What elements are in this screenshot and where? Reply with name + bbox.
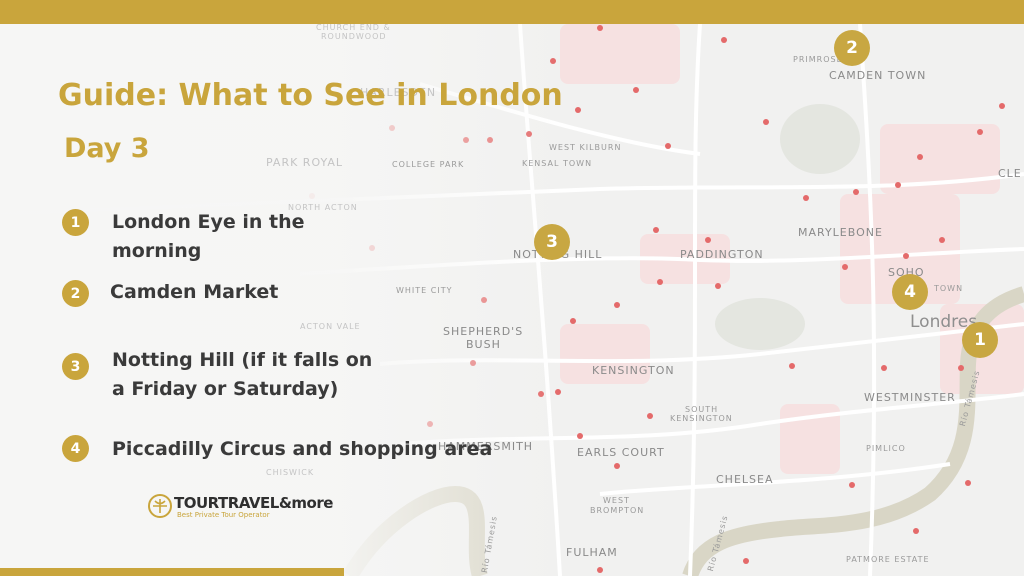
map-label-south: SOUTH <box>685 405 719 414</box>
station-dot <box>570 318 576 324</box>
station-dot <box>763 119 769 125</box>
map-label-park-royal: PARK ROYAL <box>266 156 344 169</box>
station-dot <box>842 264 848 270</box>
station-dot <box>958 365 964 371</box>
station-dot <box>977 129 983 135</box>
itinerary-item-4: Piccadilly Circus and shopping area <box>112 438 493 460</box>
station-dot <box>575 107 581 113</box>
logo-tagline: Best Private Tour Operator <box>177 511 270 519</box>
station-dot <box>705 237 711 243</box>
station-dot <box>657 279 663 285</box>
map-label-shepherds: SHEPHERD'S <box>443 325 524 338</box>
station-dot <box>999 103 1005 109</box>
map-label-paddington: PADDINGTON <box>680 248 764 261</box>
map-label-west: WEST <box>603 496 630 505</box>
map-label-westminster: WESTMINSTER <box>864 391 956 404</box>
map-label-roundwood: ROUNDWOOD <box>321 32 387 41</box>
map-label-church-end: CHURCH END & <box>316 23 391 32</box>
map-marker-3[interactable]: 3 <box>534 224 570 260</box>
urban-block <box>560 24 680 84</box>
itinerary-number-4: 4 <box>62 435 89 462</box>
day-heading: Day 3 <box>64 133 150 164</box>
itinerary-number-1: 1 <box>62 209 89 236</box>
map-label-kensington: KENSINGTON <box>592 364 675 377</box>
top-accent-bar <box>0 0 1024 24</box>
station-dot <box>597 25 603 31</box>
map-label-west-kilburn: WEST KILBURN <box>549 143 622 152</box>
itinerary-number-2: 2 <box>62 280 89 307</box>
bottom-accent-bar <box>0 568 344 576</box>
station-dot <box>647 413 653 419</box>
station-dot <box>614 463 620 469</box>
station-dot <box>653 227 659 233</box>
map-label-chiswick: CHISWICK <box>266 468 315 477</box>
map-label-white-city: WHITE CITY <box>396 286 453 295</box>
map-label-brompton: BROMPTON <box>590 506 645 515</box>
station-dot <box>803 195 809 201</box>
station-dot <box>577 433 583 439</box>
map-label-chelsea: CHELSEA <box>716 473 774 486</box>
station-dot <box>939 237 945 243</box>
map-label-pimlico: PIMLICO <box>866 444 906 453</box>
map-label-acton-vale: ACTON VALE <box>300 322 361 331</box>
map-label-south-kensington: KENSINGTON <box>670 414 733 423</box>
logo-emblem-icon <box>148 494 172 518</box>
station-dot <box>881 365 887 371</box>
map-marker-2[interactable]: 2 <box>834 30 870 66</box>
logo-wordmark: TOURTRAVEL&more <box>174 494 333 512</box>
map-marker-4[interactable]: 4 <box>892 274 928 310</box>
map-label-bush: BUSH <box>466 338 501 351</box>
map-label-marylebone: MARYLEBONE <box>798 226 883 239</box>
slide: CHURCH END & ROUNDWOOD HARLESDEN PARK RO… <box>0 0 1024 576</box>
map-label-patmore-estate: PATMORE ESTATE <box>846 555 930 564</box>
itinerary-item-3: Notting Hill (if it falls on a Friday or… <box>112 349 373 400</box>
station-dot <box>614 302 620 308</box>
map-marker-1[interactable]: 1 <box>962 322 998 358</box>
map-label-camden-town: CAMDEN TOWN <box>829 69 927 82</box>
itinerary-number-3: 3 <box>62 353 89 380</box>
station-dot <box>965 480 971 486</box>
map-label-kensal-town: KENSAL TOWN <box>522 159 593 168</box>
map-label-town: TOWN <box>934 284 964 293</box>
station-dot <box>853 189 859 195</box>
station-dot <box>849 482 855 488</box>
itinerary-item-1: London Eye in the morning <box>112 211 305 262</box>
station-dot <box>913 528 919 534</box>
station-dot <box>715 283 721 289</box>
station-dot <box>917 154 923 160</box>
map-label-college-park: COLLEGE PARK <box>392 160 465 169</box>
map-label-fulham: FULHAM <box>566 546 618 559</box>
station-dot <box>665 143 671 149</box>
station-dot <box>633 87 639 93</box>
station-dot <box>597 567 603 573</box>
map-label-earls-court: EARLS COURT <box>577 446 665 459</box>
station-dot <box>743 558 749 564</box>
station-dot <box>895 182 901 188</box>
hyde-park <box>715 298 805 350</box>
map-label-cle: CLE <box>998 167 1022 180</box>
station-dot <box>903 253 909 259</box>
regents-park <box>780 104 860 174</box>
page-title: Guide: What to See in London <box>58 78 563 113</box>
itinerary-item-2: Camden Market <box>110 281 279 303</box>
station-dot <box>721 37 727 43</box>
station-dot <box>789 363 795 369</box>
